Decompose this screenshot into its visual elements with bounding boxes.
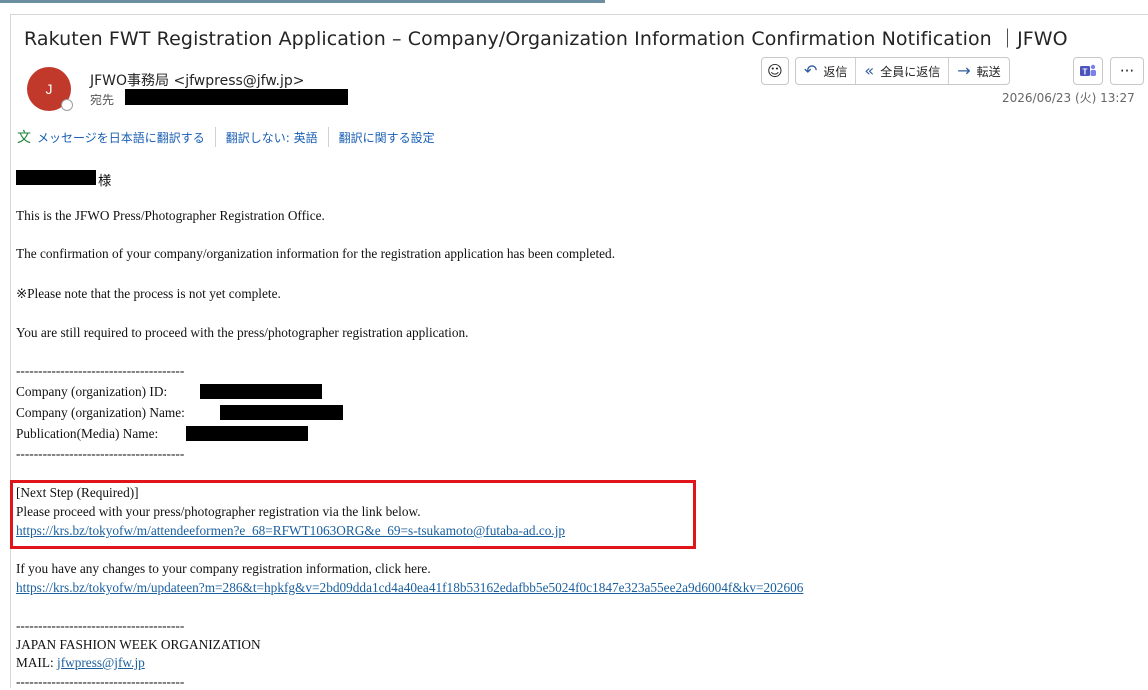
reply-all-arrow-icon: « <box>864 61 875 80</box>
email-subject: Rakuten FWT Registration Application – C… <box>24 28 1068 50</box>
translate-link[interactable]: メッセージを日本語に翻訳する <box>37 129 205 146</box>
publication-label: Publication(Media) Name: <box>16 426 159 441</box>
company-id-label: Company (organization) ID: <box>16 384 168 399</box>
salutation-suffix: 様 <box>98 173 112 188</box>
translate-icon: 文 <box>17 130 31 146</box>
mail-link[interactable]: jfwpress@jfw.jp <box>57 655 145 670</box>
emoji-button[interactable]: ☺ <box>761 57 789 85</box>
reply-arrow-icon: ↶ <box>804 61 818 80</box>
company-name-label: Company (organization) Name: <box>16 405 185 420</box>
redacted-company-id <box>200 384 322 399</box>
translation-settings-link[interactable]: 翻訳に関する設定 <box>339 129 435 146</box>
still-required-text: You are still required to proceed with t… <box>16 325 469 340</box>
redacted-publication <box>186 426 308 441</box>
note-text: ※Please note that the process is not yet… <box>16 286 281 301</box>
top-accent-line <box>0 0 605 3</box>
forward-button[interactable]: → 転送 <box>949 58 1008 84</box>
smiley-icon: ☺ <box>767 62 783 80</box>
reply-button[interactable]: ↶ 返信 <box>796 58 857 84</box>
svg-text:T: T <box>1083 68 1088 77</box>
update-link[interactable]: https://krs.bz/tokyofw/m/updateen?m=286&… <box>16 580 803 596</box>
divider-text: -------------------------------------- <box>16 446 185 461</box>
highlight-box <box>10 480 696 549</box>
reply-all-label: 全員に返信 <box>880 64 941 79</box>
recipient-label: 宛先 <box>90 93 115 107</box>
org-name: JAPAN FASHION WEEK ORGANIZATION <box>16 637 261 652</box>
teams-button[interactable]: T <box>1073 57 1103 85</box>
mail-label: MAIL: <box>16 655 54 670</box>
sent-date: 2026/06/23 (火) 13:27 <box>1002 91 1135 105</box>
redacted-recipient <box>125 89 348 105</box>
redacted-company-name <box>220 405 343 420</box>
translation-bar: 文 メッセージを日本語に翻訳する 翻訳しない: 英語 翻訳に関する設定 <box>17 127 435 147</box>
divider <box>214 127 216 147</box>
divider-text: -------------------------------------- <box>16 363 185 378</box>
dont-translate-link[interactable]: 翻訳しない: 英語 <box>226 129 318 146</box>
reply-label: 返信 <box>823 64 848 79</box>
teams-icon: T <box>1080 64 1096 77</box>
more-icon: ··· <box>1119 62 1135 80</box>
forward-label: 転送 <box>976 64 1001 79</box>
changes-text: If you have any changes to your company … <box>16 561 431 576</box>
divider-text: -------------------------------------- <box>16 618 185 633</box>
confirmed-text: The confirmation of your company/organiz… <box>16 246 616 261</box>
divider <box>327 127 329 147</box>
sender-from[interactable]: JFWO事務局 <jfwpress@jfw.jp> <box>90 70 304 90</box>
reply-actions-group: ↶ 返信 « 全員に返信 → 転送 <box>795 57 1010 85</box>
redacted-name <box>16 170 96 185</box>
forward-arrow-icon: → <box>957 61 971 80</box>
more-options-button[interactable]: ··· <box>1110 57 1144 85</box>
reply-all-button[interactable]: « 全員に返信 <box>856 58 950 84</box>
divider-text: -------------------------------------- <box>16 674 185 689</box>
mail-line: MAIL: jfwpress@jfw.jp <box>16 655 145 671</box>
intro-text: This is the JFWO Press/Photographer Regi… <box>16 208 325 223</box>
presence-indicator-icon <box>61 99 73 111</box>
